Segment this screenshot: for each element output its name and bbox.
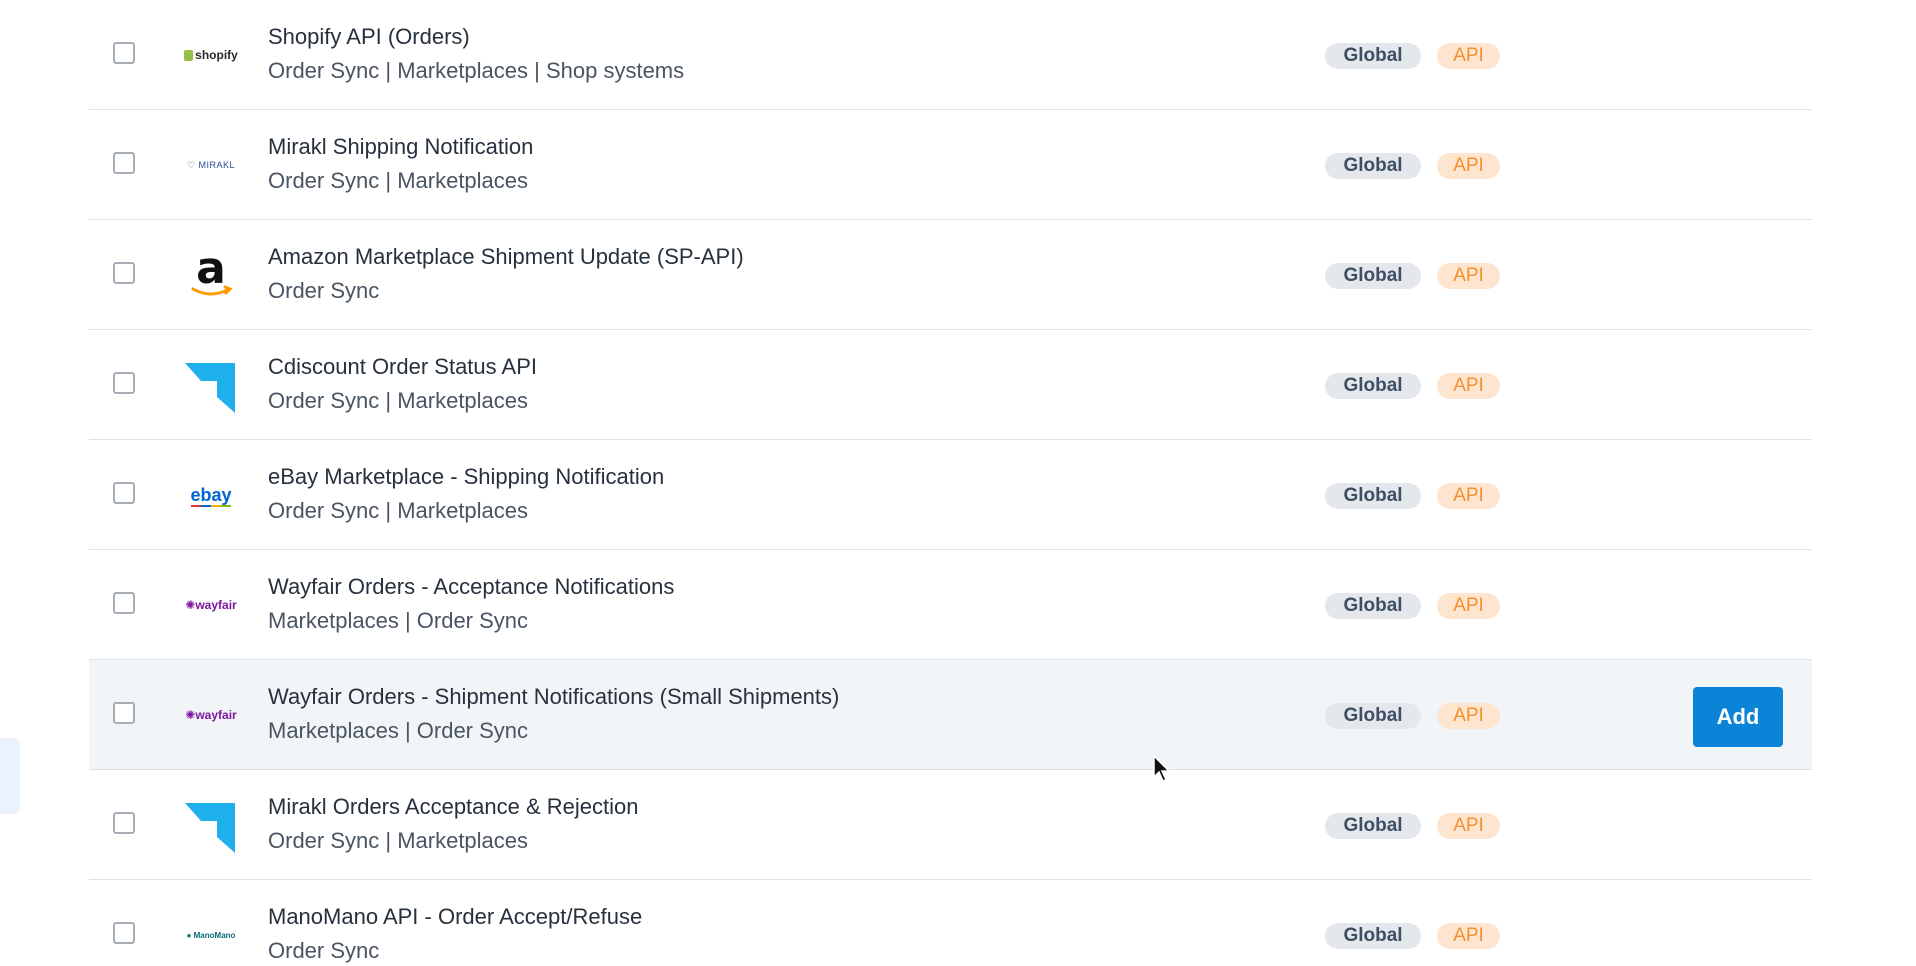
- integration-title: Mirakl Shipping Notification: [268, 134, 534, 159]
- scope-badge: Global: [1325, 593, 1421, 619]
- integration-categories: Order Sync: [268, 278, 380, 303]
- integration-categories: Order Sync | Marketplaces | Shop systems: [268, 58, 685, 83]
- type-badge: API: [1437, 813, 1500, 839]
- row-checkbox[interactable]: [113, 372, 135, 394]
- integration-title: ManoMano API - Order Accept/Refuse: [268, 904, 643, 929]
- integration-title: Wayfair Orders - Acceptance Notification…: [268, 574, 675, 599]
- scope-badge: Global: [1325, 263, 1421, 289]
- scope-badge: Global: [1325, 703, 1421, 729]
- row-checkbox[interactable]: [113, 262, 135, 284]
- wayfair-logo: ✺wayfair: [185, 598, 237, 612]
- mirakl-logo: ♡ MIRAKL: [186, 159, 236, 170]
- integration-title: Wayfair Orders - Shipment Notifications …: [268, 684, 840, 709]
- type-badge: API: [1437, 373, 1500, 399]
- integration-categories: Marketplaces | Order Sync: [268, 608, 529, 633]
- integration-title: Cdiscount Order Status API: [268, 354, 538, 379]
- amazon-logo: a: [183, 247, 239, 303]
- scope-badge: Global: [1325, 483, 1421, 509]
- type-badge: API: [1437, 43, 1500, 69]
- integration-categories: Order Sync: [268, 938, 380, 963]
- row-checkbox[interactable]: [113, 152, 135, 174]
- add-button[interactable]: Add: [1693, 687, 1783, 747]
- integration-categories: Order Sync | Marketplaces: [268, 498, 529, 523]
- list-item[interactable]: ebay eBay Marketplace - Shipping Notific…: [89, 440, 1812, 550]
- type-badge: API: [1437, 923, 1500, 949]
- manomano-logo: ● ManoMano: [186, 930, 236, 940]
- list-item[interactable]: Mirakl Orders Acceptance & Rejection Ord…: [89, 770, 1812, 880]
- side-panel-tab[interactable]: [0, 738, 20, 814]
- row-checkbox[interactable]: [113, 592, 135, 614]
- list-item[interactable]: ♡ MIRAKL Mirakl Shipping Notification Or…: [89, 110, 1812, 220]
- type-badge: API: [1437, 703, 1500, 729]
- integration-categories: Order Sync | Marketplaces: [268, 828, 529, 853]
- row-checkbox[interactable]: [113, 482, 135, 504]
- scope-badge: Global: [1325, 153, 1421, 179]
- integration-title: Mirakl Orders Acceptance & Rejection: [268, 794, 639, 819]
- integration-list-page: shopify Shopify API (Orders) Order Sync …: [0, 0, 1916, 966]
- list-item[interactable]: ✺wayfair Wayfair Orders - Shipment Notif…: [89, 660, 1812, 770]
- list-item[interactable]: ● ManoMano ManoMano API - Order Accept/R…: [89, 880, 1812, 966]
- type-badge: API: [1437, 483, 1500, 509]
- integration-title: Shopify API (Orders): [268, 24, 470, 49]
- list-item[interactable]: a Amazon Marketplace Shipment Update (SP…: [89, 220, 1812, 330]
- svg-text:ebay: ebay: [190, 485, 231, 505]
- integration-title: Amazon Marketplace Shipment Update (SP-A…: [268, 244, 744, 269]
- scope-badge: Global: [1325, 373, 1421, 399]
- arrow-logo: [183, 357, 239, 413]
- integration-categories: Order Sync | Marketplaces: [268, 168, 529, 193]
- arrow-logo: [183, 797, 239, 853]
- integration-list: shopify Shopify API (Orders) Order Sync …: [89, 0, 1812, 966]
- type-badge: API: [1437, 263, 1500, 289]
- wayfair-logo: ✺wayfair: [185, 708, 237, 722]
- row-checkbox[interactable]: [113, 702, 135, 724]
- svg-text:a: a: [196, 247, 226, 294]
- row-checkbox[interactable]: [113, 922, 135, 944]
- integration-title: eBay Marketplace - Shipping Notification: [268, 464, 665, 489]
- type-badge: API: [1437, 593, 1500, 619]
- row-checkbox[interactable]: [113, 42, 135, 64]
- type-badge: API: [1437, 153, 1500, 179]
- integration-categories: Order Sync | Marketplaces: [268, 388, 529, 413]
- scope-badge: Global: [1325, 43, 1421, 69]
- scope-badge: Global: [1325, 813, 1421, 839]
- scope-badge: Global: [1325, 923, 1421, 949]
- row-checkbox[interactable]: [113, 812, 135, 834]
- list-item[interactable]: Cdiscount Order Status API Order Sync | …: [89, 330, 1812, 440]
- shopify-logo: shopify: [183, 27, 239, 83]
- list-item[interactable]: ✺wayfair Wayfair Orders - Acceptance Not…: [89, 550, 1812, 660]
- list-item[interactable]: shopify Shopify API (Orders) Order Sync …: [89, 0, 1812, 110]
- integration-categories: Marketplaces | Order Sync: [268, 718, 529, 743]
- ebay-logo: ebay: [183, 467, 239, 523]
